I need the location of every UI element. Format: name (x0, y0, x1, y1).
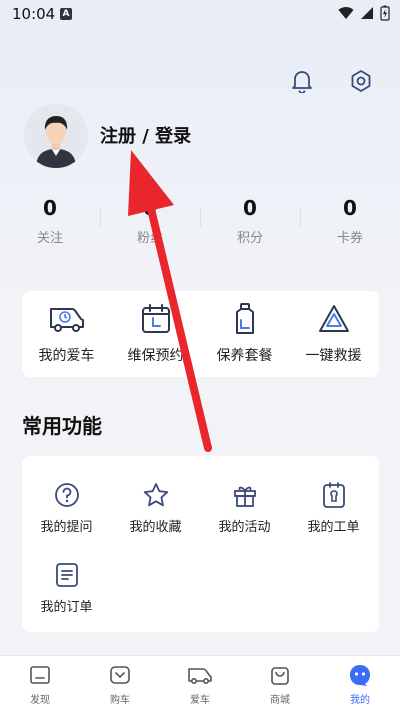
tab-discover[interactable]: 发现 (0, 662, 80, 706)
quick-actions-card: 我的爱车 维保预约 保养套餐 一键救援 (22, 291, 379, 377)
stat-coupons[interactable]: 0 卡券 (300, 195, 400, 246)
quick-action-my-car[interactable]: 我的爱车 (22, 301, 111, 365)
feature-label: 我的订单 (40, 600, 93, 615)
calendar-icon (141, 304, 170, 333)
tab-label: 爱车 (190, 695, 210, 706)
status-time: 10:04 (12, 5, 56, 23)
tab-profile[interactable]: 我的 (320, 662, 400, 706)
buy-car-icon (110, 666, 130, 684)
section-title: 常用功能 (22, 414, 102, 438)
stat-label: 卡券 (336, 231, 363, 246)
question-icon (54, 483, 79, 507)
stat-value: 0 (343, 196, 357, 220)
star-icon (143, 483, 168, 507)
signal-icon (361, 7, 373, 19)
oil-bottle-icon (235, 303, 254, 334)
status-icons (338, 5, 390, 21)
stat-label: 积分 (236, 231, 263, 246)
tab-label: 购车 (110, 695, 130, 706)
stat-follow[interactable]: 0 关注 (0, 195, 100, 246)
login-register-link[interactable]: 注册 / 登录 (100, 122, 191, 148)
shop-bag-icon (271, 667, 289, 685)
quick-action-maintenance-booking[interactable]: 维保预约 (111, 301, 200, 365)
settings-button[interactable] (346, 66, 376, 96)
quick-action-label: 一键救援 (305, 348, 362, 364)
feature-my-work-orders[interactable]: 我的工单 (289, 480, 378, 535)
feature-my-activities[interactable]: 我的活动 (200, 480, 289, 535)
feature-label: 我的活动 (218, 520, 271, 535)
feature-label: 我的提问 (40, 520, 93, 535)
battery-icon (380, 5, 390, 21)
stat-fans[interactable]: 0 粉丝 (100, 195, 200, 246)
gift-icon (233, 486, 256, 507)
profile-face-icon (350, 665, 370, 686)
stat-label: 粉丝 (136, 231, 163, 246)
quick-action-label: 维保预约 (127, 348, 184, 364)
bell-icon (292, 71, 312, 93)
feature-my-questions[interactable]: 我的提问 (22, 480, 111, 535)
avatar[interactable] (24, 104, 88, 168)
wifi-icon (338, 7, 354, 20)
my-car-icon (188, 668, 212, 685)
status-bar: 10:04 A (0, 0, 400, 28)
stat-label: 关注 (36, 231, 63, 246)
feature-my-favorites[interactable]: 我的收藏 (111, 480, 200, 535)
tab-my-car[interactable]: 爱车 (160, 662, 240, 706)
tab-shop[interactable]: 商城 (240, 662, 320, 706)
feature-label: 我的工单 (307, 520, 360, 535)
status-app-indicator: A (60, 8, 72, 20)
stat-value: 0 (243, 196, 257, 220)
van-icon (49, 308, 84, 332)
tab-label: 发现 (30, 695, 50, 706)
notification-button[interactable] (287, 66, 317, 96)
bottom-tab-bar: 发现 购车 爱车 商城 我的 (0, 655, 400, 711)
quick-action-label: 我的爱车 (38, 348, 95, 364)
tab-label: 我的 (350, 695, 370, 706)
feature-my-orders[interactable]: 我的订单 (22, 560, 111, 615)
hexagon-settings-icon (351, 70, 371, 92)
order-list-icon (55, 563, 78, 587)
work-order-icon (322, 482, 345, 508)
quick-action-roadside-rescue[interactable]: 一键救援 (289, 301, 378, 365)
warning-triangle-icon (318, 305, 349, 332)
quick-action-label: 保养套餐 (216, 348, 273, 364)
tab-buy-car[interactable]: 购车 (80, 662, 160, 706)
default-avatar-icon (24, 104, 88, 168)
stats-row: 0 关注 0 粉丝 0 积分 0 卡券 (0, 195, 400, 255)
feature-label: 我的收藏 (129, 520, 182, 535)
quick-action-maintenance-package[interactable]: 保养套餐 (200, 301, 289, 365)
discover-icon (30, 666, 50, 684)
stat-points[interactable]: 0 积分 (200, 195, 300, 246)
stat-value: 0 (143, 196, 157, 220)
tab-label: 商城 (270, 695, 290, 706)
common-functions-card: 我的提问 我的收藏 我的活动 我的工单 我的订单 (22, 456, 379, 632)
stat-value: 0 (43, 196, 57, 220)
